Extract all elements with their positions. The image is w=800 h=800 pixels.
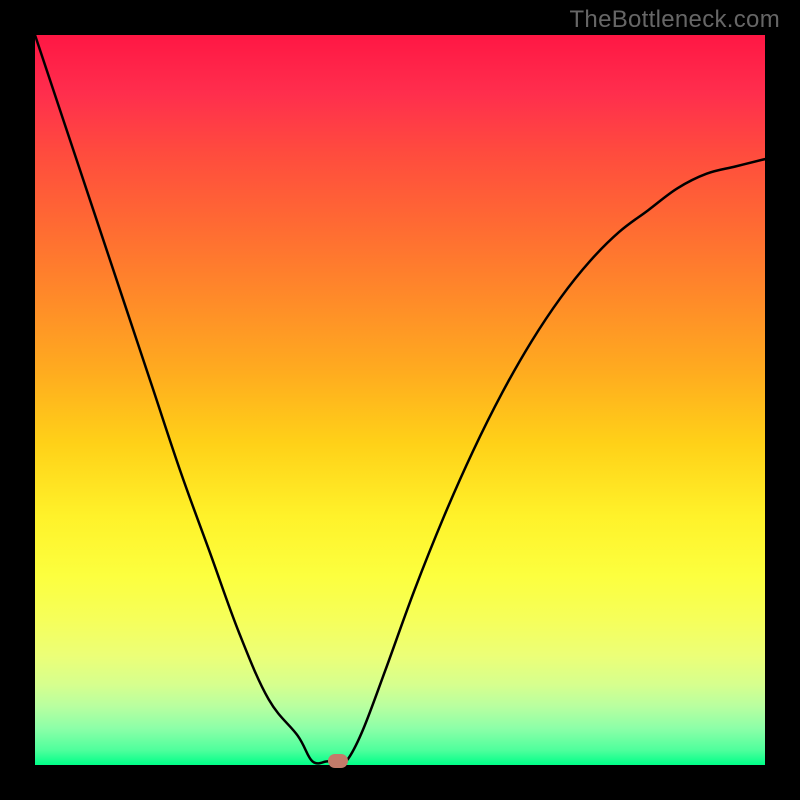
optimum-marker [328, 754, 348, 768]
curve-svg [35, 35, 765, 765]
chart-frame: TheBottleneck.com [0, 0, 800, 800]
bottleneck-curve [35, 35, 765, 763]
plot-area [35, 35, 765, 765]
watermark-text: TheBottleneck.com [569, 6, 780, 34]
